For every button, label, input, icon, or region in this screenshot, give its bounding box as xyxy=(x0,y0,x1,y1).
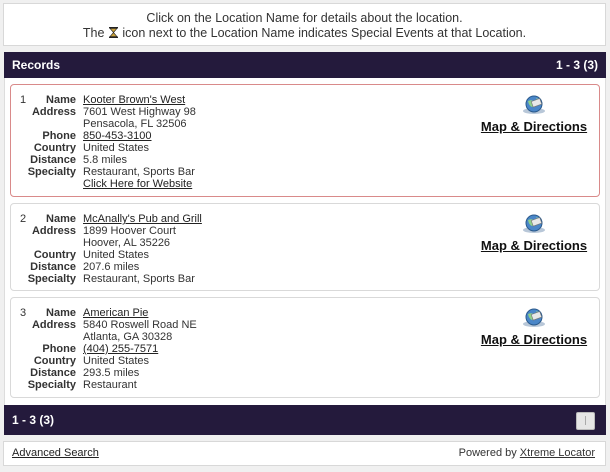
address-line-2: Atlanta, GA 30328 xyxy=(83,331,173,343)
country-label: Country xyxy=(33,355,76,367)
map-directions: Map & Directions xyxy=(479,306,589,347)
xtreme-locator-link[interactable]: Xtreme Locator xyxy=(520,447,595,459)
advanced-search-link[interactable]: Advanced Search xyxy=(12,447,99,459)
record-card: 1 Name Kooter Brown's West Address 7601 We… xyxy=(10,84,600,197)
notice-line-1: Click on the Location Name for details a… xyxy=(146,11,463,25)
phone-label: Phone xyxy=(42,130,76,142)
map-globe-icon[interactable] xyxy=(521,306,547,328)
location-name-link[interactable]: McAnally's Pub and Grill xyxy=(83,213,202,225)
map-globe-icon[interactable] xyxy=(521,212,547,234)
map-directions-link[interactable]: Map & Directions xyxy=(481,238,587,253)
page-button[interactable] xyxy=(576,412,595,430)
name-label: Name xyxy=(46,213,76,225)
record-number: 2 xyxy=(20,213,27,225)
distance-value: 207.6 miles xyxy=(83,261,140,273)
map-directions: Map & Directions xyxy=(479,93,589,134)
record-number: 3 xyxy=(20,307,27,319)
specialty-value: Restaurant, Sports Bar xyxy=(83,273,195,285)
address-line-1: 5840 Roswell Road NE xyxy=(83,319,197,331)
record-fields: Name American Pie Address 5840 Roswell Roa… xyxy=(27,307,197,391)
phone-link[interactable]: (404) 255-7571 xyxy=(83,343,158,355)
records-header-bar: Records 1 - 3 (3) xyxy=(4,52,606,78)
hourglass-icon xyxy=(108,27,118,38)
notice-line-2: The icon next to the Location Name indic… xyxy=(82,26,527,40)
record-card: 3 Name American Pie Address 5840 Roswell R… xyxy=(10,297,600,398)
country-label: Country xyxy=(33,249,76,261)
specialty-label: Specialty xyxy=(27,166,76,178)
address-label: Address xyxy=(31,106,76,118)
address-line-2: Pensacola, FL 32506 xyxy=(83,118,187,130)
distance-label: Distance xyxy=(30,367,76,379)
distance-label: Distance xyxy=(30,261,76,273)
record-fields: Name McAnally's Pub and Grill Address 1899… xyxy=(27,213,202,285)
record-number: 1 xyxy=(20,94,27,106)
country-value: United States xyxy=(83,249,150,261)
specialty-value: Restaurant xyxy=(83,379,137,391)
records-range: 1 - 3 (3) xyxy=(555,58,598,72)
name-label: Name xyxy=(46,307,76,319)
address-label: Address xyxy=(31,225,76,237)
map-directions-link[interactable]: Map & Directions xyxy=(481,332,587,347)
address-line-1: 7601 West Highway 98 xyxy=(83,106,196,118)
specialty-label: Specialty xyxy=(27,273,76,285)
phone-link[interactable]: 850-453-3100 xyxy=(83,130,152,142)
pagination-range: 1 - 3 (3) xyxy=(12,413,55,427)
map-directions-link[interactable]: Map & Directions xyxy=(481,119,587,134)
map-globe-icon[interactable] xyxy=(521,93,547,115)
distance-value: 5.8 miles xyxy=(83,154,128,166)
pagination-bar: 1 - 3 (3) xyxy=(4,405,606,435)
country-label: Country xyxy=(33,142,76,154)
country-value: United States xyxy=(83,355,150,367)
distance-value: 293.5 miles xyxy=(83,367,140,379)
phone-label: Phone xyxy=(42,343,76,355)
footer: Advanced Search Powered by Xtreme Locato… xyxy=(3,441,606,466)
country-value: United States xyxy=(83,142,150,154)
record-fields: Name Kooter Brown's West Address 7601 West… xyxy=(27,94,196,190)
address-label: Address xyxy=(31,319,76,331)
name-label: Name xyxy=(46,94,76,106)
instructions-notice: Click on the Location Name for details a… xyxy=(3,3,606,46)
specialty-label: Specialty xyxy=(27,379,76,391)
distance-label: Distance xyxy=(30,154,76,166)
records-title: Records xyxy=(12,58,61,72)
website-link[interactable]: Click Here for Website xyxy=(83,178,192,190)
address-line-1: 1899 Hoover Court xyxy=(83,225,176,237)
record-card: 2 Name McAnally's Pub and Grill Address 18… xyxy=(10,203,600,291)
powered-by-text: Powered by xyxy=(458,447,517,459)
records-list: 1 Name Kooter Brown's West Address 7601 We… xyxy=(4,78,606,405)
location-name-link[interactable]: Kooter Brown's West xyxy=(83,94,185,106)
map-directions: Map & Directions xyxy=(479,212,589,253)
address-line-2: Hoover, AL 35226 xyxy=(83,237,171,249)
powered-by: Powered by Xtreme Locator xyxy=(459,442,595,465)
location-name-link[interactable]: American Pie xyxy=(83,307,148,319)
specialty-value: Restaurant, Sports Bar xyxy=(83,166,195,178)
